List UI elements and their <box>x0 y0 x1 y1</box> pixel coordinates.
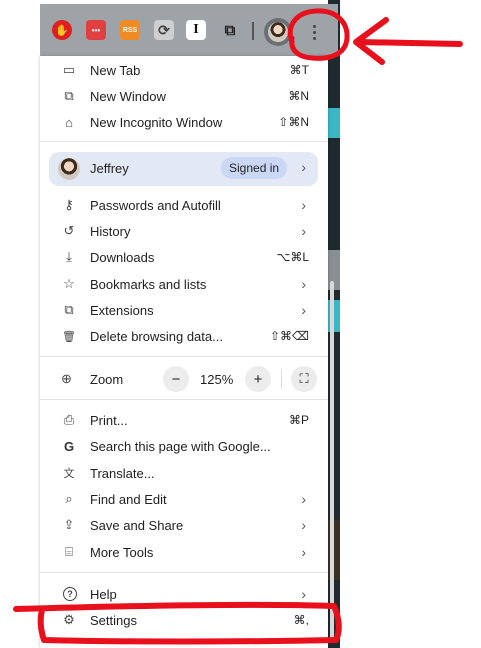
chevron-right-icon: › <box>301 302 306 318</box>
zoom-level: 125% <box>200 372 234 387</box>
menu-item-help[interactable]: ? Help › <box>40 581 328 607</box>
zoom-label: Zoom <box>90 372 124 387</box>
new-window-icon: ⧉ <box>64 88 74 103</box>
toolbar-divider <box>252 22 254 40</box>
menu-item-settings[interactable]: ⚙ Settings ⌘, <box>40 607 328 633</box>
browser-toolbar: ✋ ••• RSS ⟳ I ⧉ <box>40 4 338 56</box>
zoom-icon: ⊕ <box>61 371 72 386</box>
shield-extension-icon[interactable]: ✋ <box>52 20 72 40</box>
google-icon: G <box>63 438 75 454</box>
annotation-arrow <box>353 17 463 65</box>
extensions-icon: ⧉ <box>64 302 74 317</box>
menu-separator <box>40 356 328 357</box>
zoom-row: ⊕ Zoom − 125% + ⛶ <box>40 364 328 394</box>
menu-item-history[interactable]: ↺ History › <box>40 218 328 244</box>
zoom-divider <box>281 369 282 389</box>
menu-item-find-and-edit[interactable]: ⌕ Find and Edit › <box>40 486 328 512</box>
dots-extension-icon[interactable]: ••• <box>86 20 106 40</box>
star-icon: ☆ <box>63 276 75 291</box>
zoom-in-button[interactable]: + <box>245 366 271 392</box>
fullscreen-icon: ⛶ <box>299 371 309 386</box>
puzzle-extension-icon[interactable]: ⧉ <box>220 20 240 40</box>
menu-item-bookmarks-and-lists[interactable]: ☆ Bookmarks and lists › <box>40 271 328 297</box>
menu-item-print[interactable]: ⎙ Print... ⌘P <box>40 407 328 433</box>
signed-in-badge: Signed in <box>221 157 288 179</box>
new-tab-icon: ▭ <box>62 62 76 77</box>
help-icon: ? <box>63 587 77 601</box>
profile-name: Jeffrey <box>90 161 129 176</box>
menu-item-search-with-google[interactable]: G Search this page with Google... <box>40 433 328 459</box>
instapaper-extension-icon[interactable]: I <box>186 20 206 40</box>
menu-item-new-tab[interactable]: ▭ New Tab ⌘T <box>40 57 328 83</box>
menu-item-downloads[interactable]: ⤓ Downloads ⌥⌘L <box>40 244 328 270</box>
history-icon: ↺ <box>63 223 75 238</box>
avatar <box>58 158 80 180</box>
profile-row[interactable]: Jeffrey Signed in › <box>49 152 318 186</box>
menu-item-delete-browsing-data[interactable]: 🗑 Delete browsing data... ⇧⌘⌫ <box>40 323 328 349</box>
chevron-right-icon: › <box>301 544 306 560</box>
menu-item-save-and-share[interactable]: ⇪ Save and Share › <box>40 512 328 538</box>
sync-extension-icon[interactable]: ⟳ <box>154 20 174 40</box>
chevron-right-icon: › <box>301 223 306 239</box>
menu-item-extensions[interactable]: ⧉ Extensions › <box>40 297 328 323</box>
translate-icon: 文 <box>63 468 75 480</box>
chevron-right-icon: › <box>301 276 306 292</box>
printer-icon: ⎙ <box>63 412 75 427</box>
key-icon: ⚷ <box>64 197 74 212</box>
menu-separator <box>40 572 328 573</box>
chrome-main-menu: ▭ New Tab ⌘T ⧉ New Window ⌘N ⌂ New Incog… <box>40 56 334 648</box>
avatar <box>268 22 288 42</box>
incognito-icon: ⌂ <box>65 114 73 130</box>
chevron-right-icon: › <box>301 586 306 602</box>
trash-icon: 🗑 <box>62 330 76 343</box>
fullscreen-button[interactable]: ⛶ <box>291 366 317 392</box>
more-options-menu-button[interactable] <box>300 18 328 46</box>
download-icon: ⤓ <box>66 249 72 264</box>
menu-item-translate[interactable]: 文 Translate... <box>40 460 328 486</box>
page-content-block <box>328 108 340 138</box>
chevron-right-icon: › <box>301 517 306 533</box>
profile-avatar-button[interactable] <box>264 18 292 46</box>
menu-item-new-incognito-window[interactable]: ⌂ New Incognito Window ⇧⌘N <box>40 109 328 135</box>
save-share-icon: ⇪ <box>63 517 75 532</box>
zoom-out-button[interactable]: − <box>163 366 189 392</box>
toolbox-icon: ⌸ <box>65 544 73 559</box>
menu-item-more-tools[interactable]: ⌸ More Tools › <box>40 539 328 565</box>
chevron-right-icon: › <box>301 159 306 175</box>
chevron-right-icon: › <box>301 197 306 213</box>
find-icon: ⌕ <box>65 491 73 506</box>
menu-item-new-window[interactable]: ⧉ New Window ⌘N <box>40 83 328 109</box>
menu-separator <box>40 141 328 142</box>
menu-item-passwords-and-autofill[interactable]: ⚷ Passwords and Autofill › <box>40 192 328 218</box>
menu-separator <box>40 399 328 400</box>
chevron-right-icon: › <box>301 491 306 507</box>
gear-icon: ⚙ <box>63 612 75 627</box>
rss-extension-icon[interactable]: RSS <box>120 20 140 40</box>
menu-scrollbar[interactable] <box>330 281 334 641</box>
